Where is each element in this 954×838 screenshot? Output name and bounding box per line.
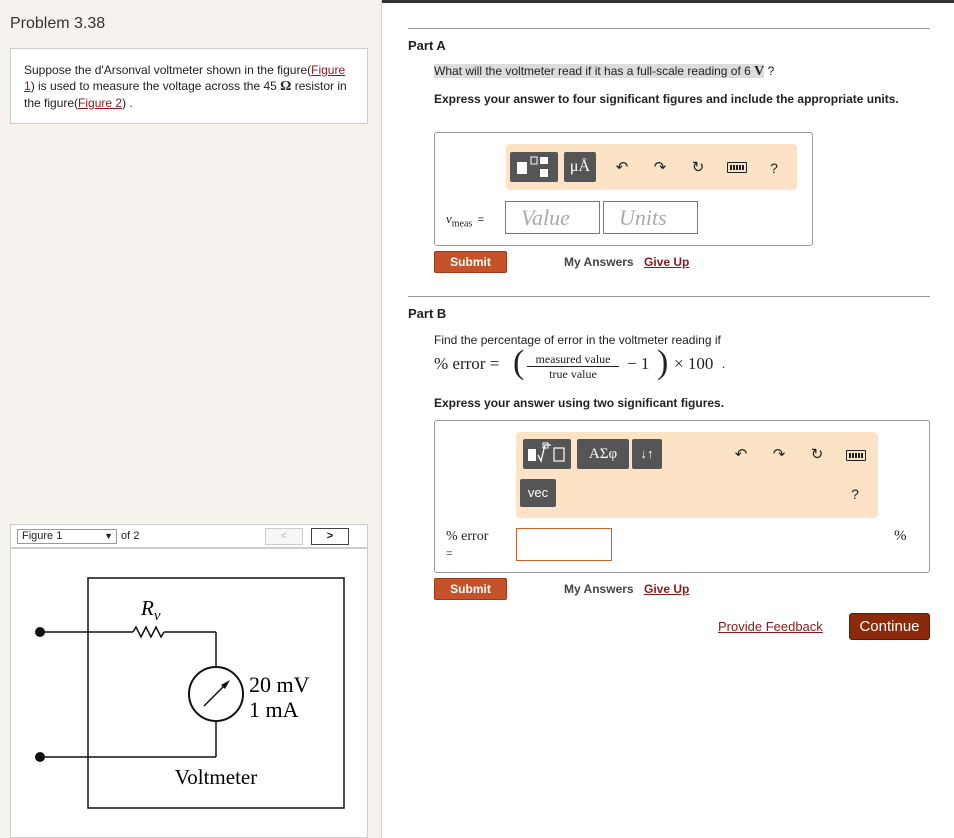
problem-text-4: ) . — [122, 96, 133, 110]
formula-lhs: % error = — [434, 354, 500, 373]
part-b-rule — [408, 296, 930, 297]
resistor-zigzag — [132, 625, 165, 639]
units-input[interactable]: Units — [603, 201, 698, 234]
formula-times-hundred: × 100 — [674, 354, 714, 373]
meter-rating-current: 1 mA — [249, 697, 299, 722]
templates-icon — [517, 156, 548, 177]
part-b-my-answers[interactable]: My Answers — [564, 582, 634, 596]
formula-left-paren: ( — [513, 344, 525, 381]
reset-icon[interactable]: ↻ — [807, 445, 827, 465]
formula-right-paren: ) — [657, 344, 669, 381]
part-b-submit-button[interactable]: Submit — [434, 578, 507, 600]
formula-denominator: true value — [549, 367, 597, 381]
reset-icon[interactable]: ↻ — [688, 158, 708, 178]
next-figure-button[interactable]: > — [311, 528, 349, 545]
part-a-rule — [408, 28, 930, 29]
omega-symbol: Ω — [280, 79, 292, 94]
figure-navigation: Figure 1 ▼ of 2 < > — [10, 524, 368, 548]
percent-unit: % — [894, 528, 907, 544]
redo-icon[interactable]: ↷ — [650, 158, 670, 178]
part-a-give-up-link[interactable]: Give Up — [644, 255, 689, 269]
figure-select-value: Figure 1 — [22, 530, 63, 542]
part-a-toolbar: μÅ ↶ ↷ ↻ ? — [506, 144, 797, 190]
redo-icon[interactable]: ↷ — [769, 445, 789, 465]
part-a-question: What will the voltmeter read if it has a… — [434, 64, 775, 79]
undo-icon[interactable]: ↶ — [612, 158, 632, 178]
help-icon[interactable]: ? — [764, 158, 784, 178]
undo-icon[interactable]: ↶ — [731, 445, 751, 465]
help-icon[interactable]: ? — [845, 484, 865, 504]
part-a-answer-box: μÅ ↶ ↷ ↻ ? vmeas = Value Units — [434, 132, 813, 246]
v-meas-label: vmeas = — [446, 211, 485, 230]
problem-text-1: Suppose the d'Arsonval voltmeter shown i… — [24, 63, 312, 77]
part-a-title: Part A — [408, 38, 446, 53]
percent-error-label: % error = — [446, 529, 489, 560]
left-panel: Problem 3.38 Suppose the d'Arsonval volt… — [0, 0, 382, 838]
figure-area: Rv 20 mV 1 mA Voltmeter — [10, 548, 368, 838]
continue-button[interactable]: Continue — [849, 613, 930, 640]
voltmeter-circuit-diagram: Rv 20 mV 1 mA Voltmeter — [35, 577, 345, 809]
templates-sqrt-icon — [528, 442, 565, 463]
previous-figure-button[interactable]: < — [265, 528, 303, 545]
percent-error-input[interactable] — [516, 528, 612, 561]
figure-select[interactable]: Figure 1 ▼ — [17, 529, 117, 544]
problem-text-2: ) is used to measure the voltage across … — [30, 79, 281, 93]
part-b-toolbar: ΑΣφ ↓↑ vec ↶ ↷ ↻ ? — [516, 432, 878, 518]
figure-caption: Voltmeter — [175, 765, 257, 789]
sort-arrows-button[interactable]: ↓↑ — [632, 439, 662, 469]
part-b-give-up-link[interactable]: Give Up — [644, 582, 689, 596]
part-b-title: Part B — [408, 306, 447, 321]
part-a-question-text: What will the voltmeter read if it has a… — [434, 64, 765, 79]
units-button[interactable]: μÅ — [564, 152, 596, 182]
greek-symbols-button[interactable]: ΑΣφ — [577, 439, 629, 469]
formula-period: . — [722, 356, 726, 371]
formula-minus-one: − 1 — [627, 354, 650, 373]
part-a-submit-button[interactable]: Submit — [434, 251, 507, 273]
figure-count: of 2 — [121, 530, 140, 542]
templates-button[interactable] — [510, 152, 558, 182]
value-input[interactable]: Value — [505, 201, 600, 234]
meter-rating-voltage: 20 mV — [249, 672, 310, 697]
part-b-instruction: Express your answer using two significan… — [434, 396, 725, 410]
keyboard-icon[interactable] — [727, 162, 747, 173]
vector-button[interactable]: vec — [520, 479, 556, 507]
part-b-answer-box: ΑΣφ ↓↑ vec ↶ ↷ ↻ ? % error = % — [434, 420, 930, 573]
figure-2-link[interactable]: Figure 2 — [78, 96, 122, 110]
dropdown-arrow-icon: ▼ — [104, 531, 113, 541]
formula-numerator: measured value — [527, 352, 619, 367]
keyboard-icon[interactable] — [846, 450, 866, 461]
part-a-my-answers[interactable]: My Answers — [564, 255, 634, 269]
provide-feedback-link[interactable]: Provide Feedback — [718, 619, 823, 634]
templates-sqrt-button[interactable] — [523, 439, 571, 469]
problem-statement: Suppose the d'Arsonval voltmeter shown i… — [10, 48, 368, 124]
problem-title: Problem 3.38 — [10, 15, 106, 32]
part-b-question: Find the percentage of error in the volt… — [434, 333, 721, 347]
resistor-label: Rv — [140, 596, 161, 624]
top-rule — [382, 0, 954, 3]
part-a-instruction: Express your answer to four significant … — [434, 92, 899, 106]
